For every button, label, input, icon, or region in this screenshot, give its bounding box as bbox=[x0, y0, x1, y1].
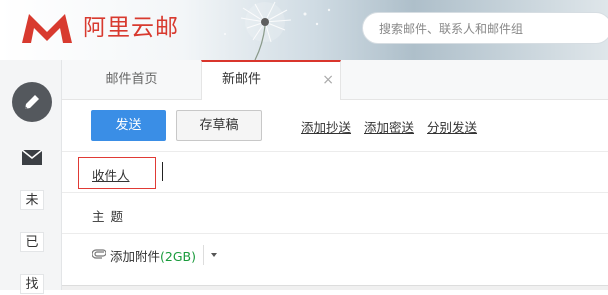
compose-button[interactable] bbox=[12, 82, 52, 122]
add-attachment-label: 添加附件 bbox=[110, 249, 161, 264]
dandelion-decoration-icon bbox=[224, 1, 331, 60]
search-placeholder: 搜索邮件、联系人和邮件组 bbox=[379, 22, 524, 36]
editor-toolbar-strip bbox=[62, 285, 608, 290]
brand-logo-icon[interactable] bbox=[20, 12, 74, 44]
recipient-input-caret[interactable] bbox=[162, 162, 163, 181]
paperclip-icon bbox=[92, 249, 106, 259]
attachment-dropdown-chevron-down-icon[interactable] bbox=[211, 253, 217, 257]
compose-toolbar: 发送 存草稿 添加抄送 添加密送 分别发送 bbox=[62, 100, 608, 152]
send-separately-link[interactable]: 分别发送 bbox=[427, 117, 477, 136]
add-bcc-link[interactable]: 添加密送 bbox=[364, 117, 414, 136]
search-input[interactable]: 搜索邮件、联系人和邮件组 bbox=[362, 12, 608, 44]
subject-label: 主题 bbox=[92, 209, 130, 224]
left-sidebar: 未 已 找 bbox=[0, 60, 62, 294]
envelope-icon[interactable] bbox=[22, 150, 42, 165]
brand-name[interactable]: 阿里云邮 bbox=[83, 14, 179, 42]
close-icon[interactable]: × bbox=[322, 62, 334, 98]
sidebar-item-read[interactable]: 已 bbox=[20, 232, 44, 252]
recipient-row: 收件人 bbox=[62, 151, 608, 192]
attachment-size-limit: (2GB) bbox=[160, 249, 196, 264]
attachment-row: 添加附件(2GB) bbox=[62, 233, 608, 277]
recipient-label[interactable]: 收件人 bbox=[92, 165, 130, 184]
sidebar-item-unread[interactable]: 未 bbox=[20, 190, 44, 210]
save-draft-button[interactable]: 存草稿 bbox=[176, 110, 262, 141]
divider bbox=[203, 245, 204, 265]
tab-new-mail[interactable]: 新邮件 × bbox=[201, 60, 341, 100]
tab-mail-home[interactable]: 邮件首页 bbox=[62, 60, 201, 100]
add-attachment-button[interactable]: 添加附件(2GB) bbox=[110, 246, 196, 265]
top-header: 阿里云邮 搜索邮件、联系人和邮件组 bbox=[0, 0, 608, 60]
add-cc-link[interactable]: 添加抄送 bbox=[301, 117, 351, 136]
tab-bar: 邮件首页 新邮件 × bbox=[62, 60, 608, 100]
subject-row[interactable]: 主题 bbox=[62, 192, 608, 233]
pencil-icon bbox=[25, 95, 39, 109]
sidebar-item-find[interactable]: 找 bbox=[20, 274, 44, 294]
tab-new-mail-label: 新邮件 bbox=[222, 72, 262, 87]
send-button[interactable]: 发送 bbox=[91, 110, 166, 141]
